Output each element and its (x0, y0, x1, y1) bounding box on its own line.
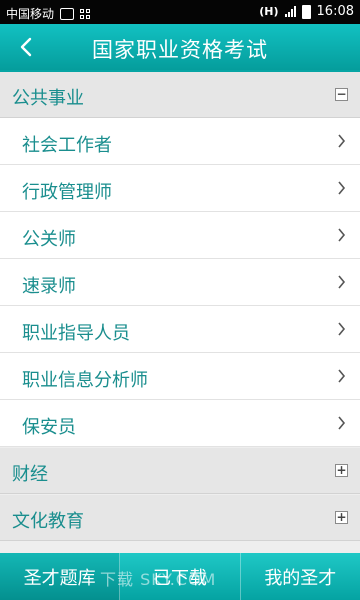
list-item[interactable]: 保安员 (0, 400, 360, 447)
expand-icon[interactable]: + (335, 464, 348, 477)
chevron-right-icon (338, 369, 346, 383)
group-header-culture-education[interactable]: 文化教育 + (0, 495, 360, 541)
list-item[interactable]: 职业信息分析师 (0, 353, 360, 400)
list-item[interactable]: 行政管理师 (0, 165, 360, 212)
list-item-label: 公关师 (22, 229, 76, 250)
collapse-icon[interactable]: − (335, 88, 348, 101)
list-item[interactable]: 社会工作者 (0, 118, 360, 165)
tab-my-profile[interactable]: 我的圣才 (241, 553, 360, 600)
chevron-right-icon (338, 322, 346, 336)
chevron-right-icon (338, 134, 346, 148)
list-item-label: 职业信息分析师 (22, 370, 148, 391)
list-item[interactable]: 职业指导人员 (0, 306, 360, 353)
page-title: 国家职业资格考试 (92, 38, 268, 62)
signal-icon (284, 6, 296, 17)
group-header-public-affairs[interactable]: 公共事业 − (0, 72, 360, 118)
group-label: 财经 (12, 464, 48, 485)
apps-grid-icon (80, 8, 91, 19)
chevron-right-icon (338, 181, 346, 195)
status-right: (H) 16:08 (259, 4, 354, 19)
list-item-label: 职业指导人员 (22, 323, 130, 344)
bottom-nav: 圣才题库 已下载 我的圣才 (0, 553, 360, 600)
expand-icon[interactable]: + (335, 511, 348, 524)
status-bar: 中国移动 (H) 16:08 (0, 0, 360, 24)
tab-downloaded[interactable]: 已下载 (120, 553, 241, 600)
title-bar: 国家职业资格考试 (0, 24, 360, 72)
chevron-right-icon (338, 416, 346, 430)
group-label: 公共事业 (12, 88, 84, 109)
battery-icon (301, 4, 311, 19)
chevron-right-icon (338, 275, 346, 289)
status-left: 中国移动 (6, 5, 91, 22)
list-item[interactable]: 公关师 (0, 212, 360, 259)
clock-time: 16:08 (316, 4, 354, 19)
carrier-label: 中国移动 (6, 7, 55, 21)
list-item-label: 行政管理师 (22, 182, 112, 203)
group-header-finance[interactable]: 财经 + (0, 448, 360, 494)
notification-image-icon (60, 7, 75, 20)
group-label: 文化教育 (12, 511, 84, 532)
list-item-label: 速录师 (22, 276, 76, 297)
list-item[interactable]: 速录师 (0, 259, 360, 306)
list-item-label: 社会工作者 (22, 135, 112, 156)
tab-question-bank[interactable]: 圣才题库 (0, 553, 121, 600)
network-type-label: (H) (259, 5, 279, 18)
list-item-label: 保安员 (22, 417, 76, 438)
chevron-right-icon (338, 228, 346, 242)
